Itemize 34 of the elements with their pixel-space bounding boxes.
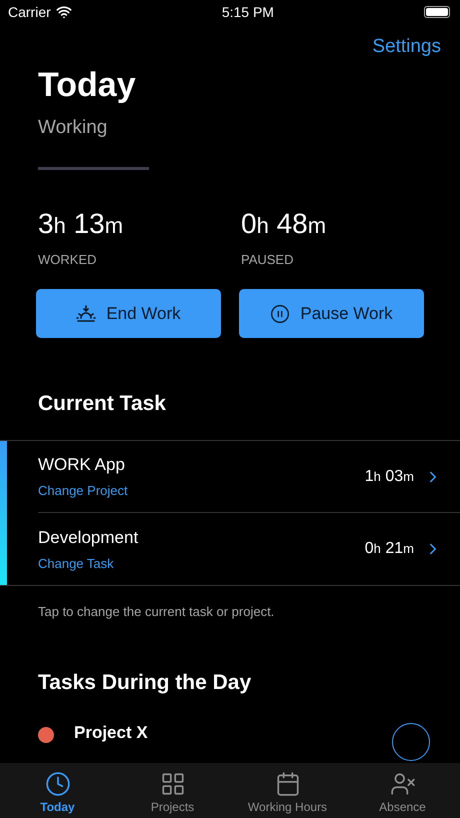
grid-icon	[160, 771, 186, 797]
duration-value: 0h 48m	[241, 208, 328, 240]
settings-link[interactable]: Settings	[372, 36, 441, 58]
section-heading: Tasks During the Day	[38, 671, 252, 695]
tab-item[interactable]: Working Hours	[230, 763, 345, 818]
task-name: WORK App	[38, 455, 126, 475]
person-cross-icon	[390, 771, 416, 797]
clock-time: 5:15 PM	[222, 4, 274, 20]
change-link[interactable]: Change Project	[38, 483, 128, 498]
battery-icon	[424, 6, 450, 18]
calendar-icon	[274, 771, 300, 797]
tab-item[interactable]: Today	[0, 763, 115, 818]
task-duration: 0h 21m	[364, 540, 414, 558]
sunset-icon	[76, 304, 96, 322]
clock-icon	[44, 771, 70, 797]
carrier-label: Carrier	[8, 4, 51, 20]
duration-label: WORKED	[38, 252, 98, 267]
work-status: Working	[38, 117, 108, 139]
task-duration: 1h 03m	[364, 468, 414, 486]
pause-icon	[270, 304, 290, 324]
task-name: Project X	[74, 723, 149, 743]
tab-item[interactable]: Projects	[115, 763, 230, 818]
hint-text: Tap to change the current task or project.	[38, 604, 276, 619]
duration-value: 3h 13m	[38, 208, 124, 240]
duration-label: PAUSED	[241, 252, 294, 267]
wifi-icon	[56, 4, 72, 20]
end-work-button[interactable]: End Work	[36, 289, 221, 338]
page-title: Today	[38, 66, 137, 105]
pause-work-button[interactable]: Pause Work	[239, 289, 424, 338]
change-link[interactable]: Change Task	[38, 556, 114, 570]
task-name: Development	[38, 528, 140, 548]
section-heading: Current Task	[38, 392, 167, 416]
tab-item[interactable]: Absence	[345, 763, 460, 818]
circle-button[interactable]	[392, 723, 430, 761]
